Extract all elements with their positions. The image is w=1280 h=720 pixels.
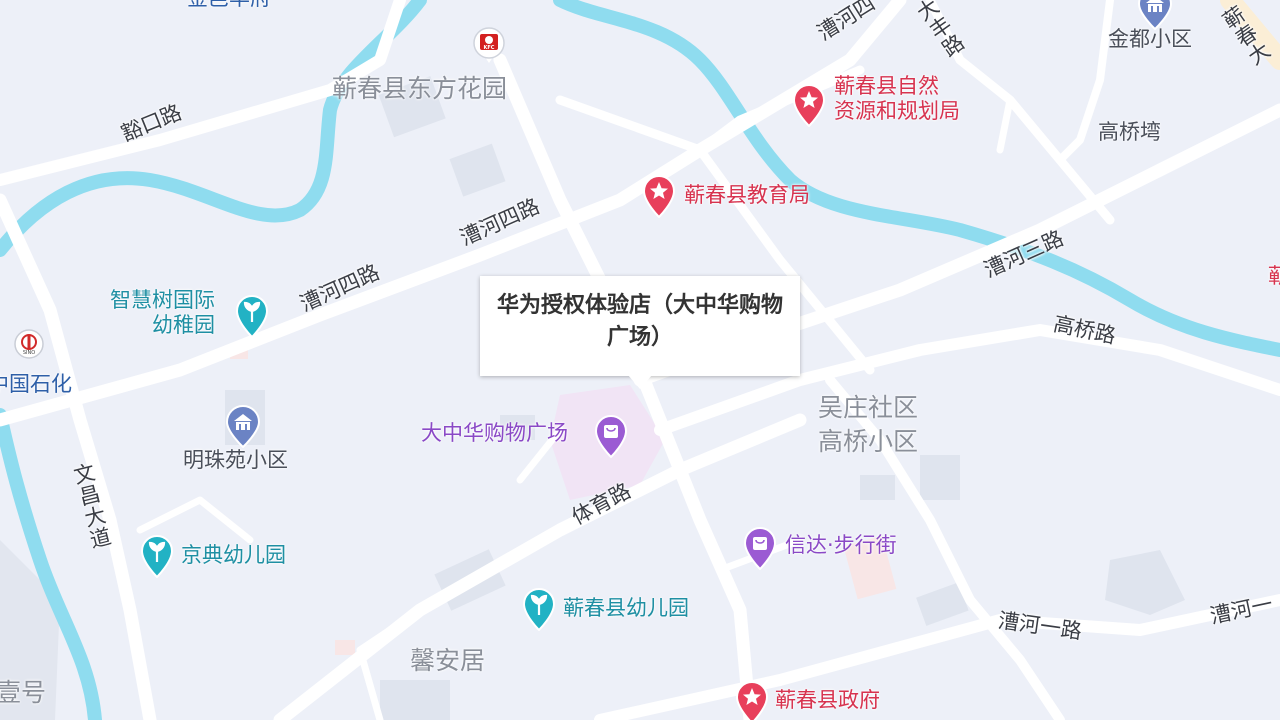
poi-label-dazhonghua[interactable]: 大中华购物广场 xyxy=(421,423,568,444)
poi-label-sinopec[interactable]: 中国石化 xyxy=(0,374,72,395)
poi-label-youeryuan[interactable]: 蕲春县幼儿园 xyxy=(563,596,689,621)
sinopec-icon[interactable]: SINO xyxy=(12,328,46,366)
area-label-wuzhuang: 吴庄社区 xyxy=(818,393,919,422)
popup-pointer xyxy=(628,375,652,389)
map-view[interactable]: 豁口路 漕河四路 漕河四路 漕河四 漕河三路 高桥路 体育路 文昌大道 漕河一路… xyxy=(0,0,1280,720)
svg-text:SINO: SINO xyxy=(23,350,35,356)
star-pin-icon[interactable] xyxy=(791,83,827,131)
poi-label-zhihuishu[interactable]: 智慧树国际 幼稚园 xyxy=(110,288,215,338)
poi-label-ziran-line1: 蕲春县自然 xyxy=(834,74,939,98)
kfc-icon[interactable]: KFC xyxy=(471,26,507,68)
residence-icon[interactable] xyxy=(224,404,262,452)
area-label-xinan: 馨安居 xyxy=(410,646,486,675)
poi-label-jindu[interactable]: 金都小区 xyxy=(1108,29,1192,50)
shopping-bag-icon[interactable] xyxy=(742,526,778,574)
poi-label-ziran[interactable]: 蕲春县自然 资源和规划局 xyxy=(834,74,960,124)
poi-label-ziran-line2: 资源和规划局 xyxy=(834,99,960,124)
poi-label-xinda[interactable]: 信达·步行街 xyxy=(785,535,897,556)
star-pin-icon[interactable] xyxy=(734,680,770,720)
area-label-gaoqiao-xiaoqu: 高桥小区 xyxy=(818,427,919,456)
popup-title: 华为授权体验店（大中华购物广场） xyxy=(496,292,783,350)
poi-label-zhihuishu-line1: 智慧树国际 xyxy=(110,288,215,312)
svg-text:KFC: KFC xyxy=(484,45,495,51)
sprout-pin-icon[interactable] xyxy=(521,587,557,635)
area-label-yihao: 壹号 xyxy=(0,678,47,707)
sprout-pin-icon[interactable] xyxy=(234,294,270,342)
shopping-bag-icon[interactable] xyxy=(593,414,629,462)
poi-label-jinyi[interactable]: 金邑华府 xyxy=(187,0,271,9)
star-pin-icon[interactable] xyxy=(641,174,677,222)
sprout-pin-icon[interactable] xyxy=(139,534,175,582)
area-label-dongfang: 蕲春县东方花园 xyxy=(332,74,508,103)
poi-label-edge-partial: 蕲 xyxy=(1268,264,1280,288)
poi-label-zhihuishu-line2: 幼稚园 xyxy=(152,313,215,338)
poi-label-zhengfu[interactable]: 蕲春县政府 xyxy=(775,688,880,713)
poi-label-jiaoyu[interactable]: 蕲春县教育局 xyxy=(684,183,810,208)
location-popup[interactable]: 华为授权体验店（大中华购物广场） xyxy=(480,276,800,376)
poi-label-jingdian[interactable]: 京典幼儿园 xyxy=(181,543,286,568)
poi-label-gaoqiaowan[interactable]: 高桥塆 xyxy=(1098,122,1161,143)
poi-label-mingzhu[interactable]: 明珠苑小区 xyxy=(183,450,288,471)
